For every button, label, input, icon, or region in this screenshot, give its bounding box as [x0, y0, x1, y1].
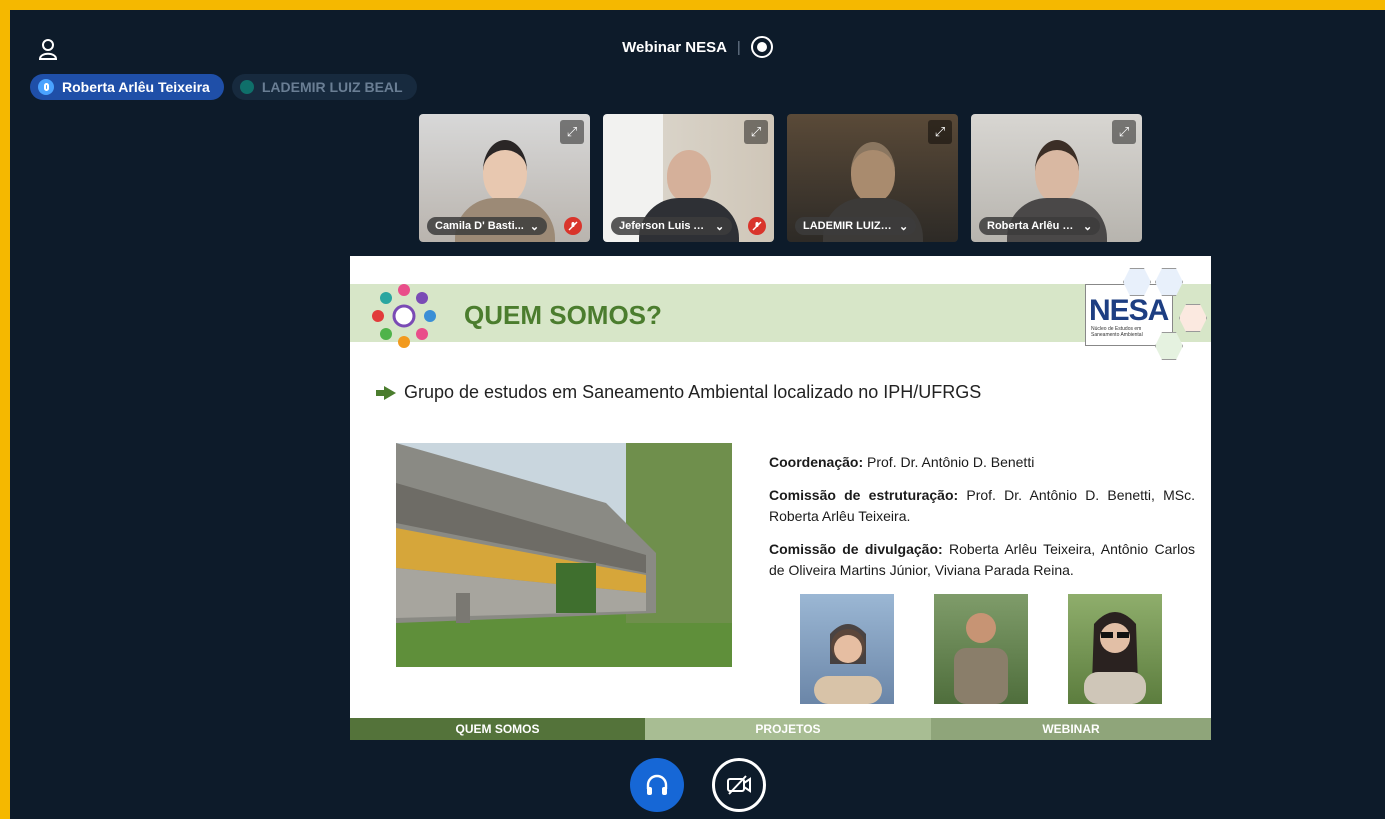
microphone-icon [38, 79, 54, 95]
slide-nav-tabs: QUEM SOMOS PROJETOS WEBINAR [350, 718, 1211, 740]
status-dot-icon [239, 80, 254, 94]
record-icon[interactable] [750, 36, 773, 58]
member-photo [800, 594, 894, 704]
video-toggle-button[interactable] [711, 758, 766, 812]
media-controls [10, 758, 1385, 812]
expand-icon[interactable]: ⤢ [560, 120, 584, 144]
mic-muted-icon [748, 217, 766, 235]
video-tile[interactable]: ⤢ Jeferson Luis Al... ⌄ [603, 114, 774, 242]
expand-icon[interactable]: ⤢ [1112, 120, 1136, 144]
expand-icon[interactable]: ⤢ [928, 120, 952, 144]
nesa-logo: NESA Núcleo de Estudos em Saneamento Amb… [1085, 268, 1211, 360]
presentation-slide: QUEM SOMOS? NESA Núcleo de Estudos em Sa… [350, 256, 1211, 740]
video-tile[interactable]: ⤢ LADEMIR LUIZ BEAL⌄ [787, 114, 958, 242]
video-strip: ⤢ Camila D' Basti... ⌄ ⤢ Jeferson Luis Al… [419, 114, 1142, 242]
tab-webinar[interactable]: WEBINAR [931, 718, 1211, 740]
conference-app: Webinar NESA | Roberta Arlêu Teixeira LA… [10, 10, 1385, 819]
video-tile[interactable]: ⤢ Camila D' Basti... ⌄ [419, 114, 590, 242]
participant-name-tag[interactable]: LADEMIR LUIZ BEAL⌄ [795, 217, 917, 235]
video-tile[interactable]: ⤢ Roberta Arlêu Teix...⌄ [971, 114, 1142, 242]
arrow-right-icon [376, 385, 396, 400]
mic-muted-icon [564, 217, 582, 235]
slide-bullet: Grupo de estudos em Saneamento Ambiental… [376, 382, 981, 403]
coordination-text: Coordenação: Prof. Dr. Antônio D. Benett… [769, 454, 1035, 470]
meeting-title: Webinar NESA [622, 38, 727, 56]
participant-name-tag[interactable]: Roberta Arlêu Teix...⌄ [979, 217, 1101, 235]
tab-projetos[interactable]: PROJETOS [645, 718, 931, 740]
participant-name-tag[interactable]: Jeferson Luis Al... ⌄ [611, 217, 733, 235]
structuring-text: Comissão de estruturação: Prof. Dr. Antô… [769, 487, 1195, 524]
headphones-icon [646, 774, 667, 795]
member-photo [1068, 594, 1162, 704]
headphones-button[interactable] [629, 758, 684, 812]
talking-pill-idle: LADEMIR LUIZ BEAL [231, 74, 417, 100]
committee-photos [800, 594, 1162, 704]
video-off-icon [726, 775, 751, 795]
committee-info: Coordenação: Prof. Dr. Antônio D. Benett… [769, 452, 1195, 593]
participant-name-tag[interactable]: Camila D' Basti... ⌄ [427, 217, 548, 235]
group-logo-icon [372, 284, 436, 348]
meeting-header: Webinar NESA | [10, 36, 1385, 58]
tab-quem-somos[interactable]: QUEM SOMOS [350, 718, 645, 740]
outreach-text: Comissão de divulgação: Roberta Arlêu Te… [769, 541, 1195, 578]
talking-name: Roberta Arlêu Teixeira [62, 79, 210, 95]
building-photo [396, 443, 732, 667]
slide-title: QUEM SOMOS? [464, 300, 662, 330]
member-photo [934, 594, 1028, 704]
talking-indicator: Roberta Arlêu Teixeira LADEMIR LUIZ BEAL [30, 74, 417, 100]
talking-name: LADEMIR LUIZ BEAL [261, 79, 403, 95]
expand-icon[interactable]: ⤢ [744, 120, 768, 144]
talking-pill-active: Roberta Arlêu Teixeira [30, 74, 224, 100]
title-separator: | [736, 38, 741, 56]
